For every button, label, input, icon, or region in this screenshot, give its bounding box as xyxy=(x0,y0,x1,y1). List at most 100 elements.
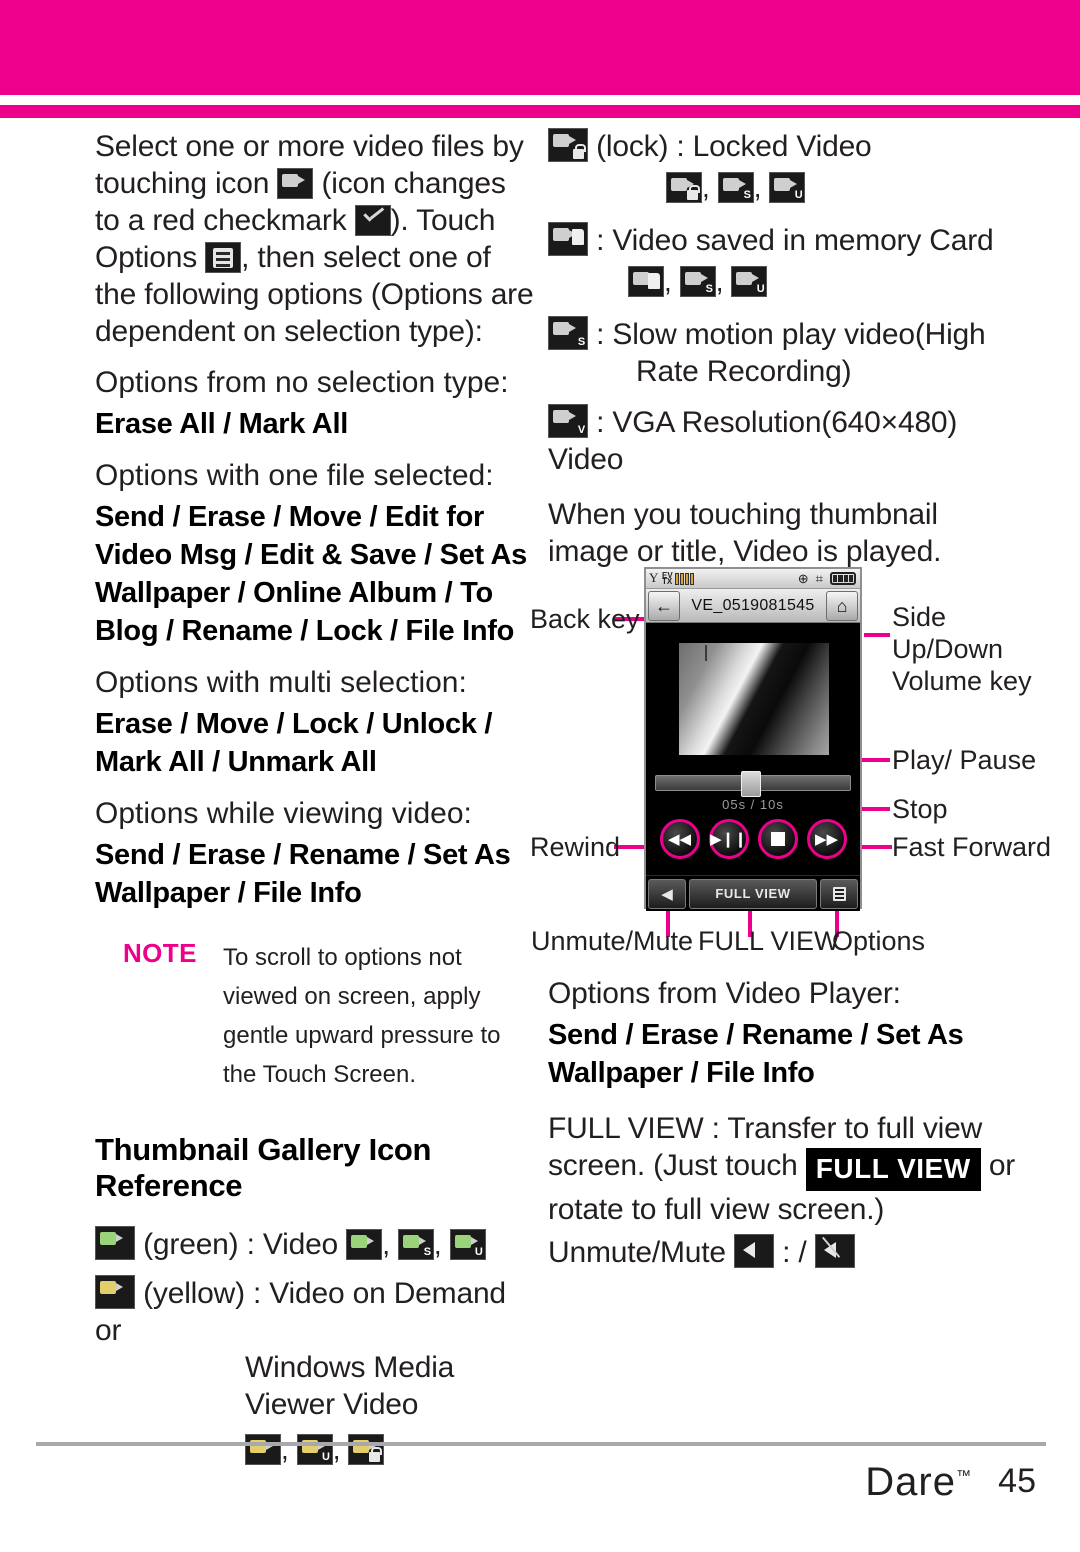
callout-fast-forward: Fast Forward xyxy=(892,832,1052,862)
fullview-chip: FULL VIEW xyxy=(805,1148,981,1191)
lead-video-player: Options from Video Player: xyxy=(548,977,901,1010)
fast-forward-button[interactable]: ▶▶ xyxy=(806,819,847,859)
gps-icon: ⊕ xyxy=(797,570,809,586)
legend-yellow-row: (yellow) : Video on Demand or xyxy=(95,1275,535,1349)
callout-rewind: Rewind xyxy=(530,832,621,862)
yellow-video-icon-plain xyxy=(245,1434,281,1465)
green-video-icon-vga: U xyxy=(449,1229,486,1260)
fullview-description: FULL VIEW : Transfer to full view screen… xyxy=(548,1110,1018,1228)
play-pause-icon: ▶❙❙ xyxy=(710,831,747,848)
lock-legend-label: (lock) : Locked Video xyxy=(596,130,872,163)
callout-unmute-mute: Unmute/Mute xyxy=(531,926,694,956)
lead-no-selection: Options from no selection type: xyxy=(95,366,509,399)
mem-comma-1: , xyxy=(664,266,672,297)
status-right-icons: ⊕ ⌗ xyxy=(798,571,856,587)
video-thumbnail-icon xyxy=(277,168,314,199)
gallery-icon-reference-heading: Thumbnail Gallery Icon Reference xyxy=(95,1132,432,1203)
legend-green-row: (green) : Video , S, U xyxy=(95,1226,535,1263)
unmute-mute-button[interactable]: ◀ xyxy=(648,878,686,909)
options-video-player: Send / Erase / Rename / Set As Wallpaper… xyxy=(548,1019,964,1089)
full-view-button[interactable]: FULL VIEW xyxy=(689,878,817,909)
note-body: To scroll to options not viewed on scree… xyxy=(223,944,501,1088)
memcard-legend-row: : Video saved in memory Card xyxy=(548,222,1018,259)
vga-icon-tag: V xyxy=(577,424,585,436)
icon-tag-u2: U xyxy=(321,1451,330,1463)
right-column: (lock) : Locked Video , S, U : Video sav… xyxy=(548,128,1018,570)
video-player-diagram: EVTX ⊕ ⌗ ← VE_0519081545 ⌂ 05s xyxy=(530,555,1051,965)
slowmo-legend-label-2: Rate Recording) xyxy=(636,355,852,388)
callout-side-line1: Side xyxy=(892,602,947,632)
legend-green-label: (green) : Video xyxy=(143,1228,339,1261)
slowmo-icon-tag: S xyxy=(577,336,585,348)
legend-comma-3: , xyxy=(281,1434,289,1465)
note-block: NOTE To scroll to options not viewed on … xyxy=(95,938,535,1094)
play-pause-button[interactable]: ▶❙❙ xyxy=(708,819,749,859)
red-checkmark-icon xyxy=(354,205,391,236)
rewind-icon: ◀◀ xyxy=(667,831,692,848)
legend-comma-4: , xyxy=(332,1434,341,1465)
locked-video-icon-vga: U xyxy=(769,172,806,203)
vga-legend-row: V : VGA Resolution(640×480) Video xyxy=(548,404,1018,478)
seek-bar[interactable] xyxy=(655,771,851,797)
home-icon: ⌂ xyxy=(836,595,848,616)
legend-yellow-line3: Viewer Video xyxy=(245,1388,419,1421)
locked-video-icon-plain xyxy=(666,172,702,203)
memory-card-video-icon xyxy=(548,222,588,256)
header-rule xyxy=(0,105,1080,118)
video-frame-image[interactable] xyxy=(679,643,829,755)
rewind-button[interactable]: ◀◀ xyxy=(659,819,700,859)
vga-video-icon: V xyxy=(548,404,588,438)
page-number: 45 xyxy=(998,1462,1036,1500)
leader-fast-forward xyxy=(860,845,892,849)
options-menu-icon xyxy=(205,242,242,273)
mem-icon-tag-u: U xyxy=(756,283,765,295)
vga-legend-label: : VGA Resolution(640×480) Video xyxy=(548,406,958,476)
header-band xyxy=(0,0,1080,95)
mem-comma-2: , xyxy=(715,266,724,297)
lock-icon-tag-s: S xyxy=(743,189,751,201)
callout-stop: Stop xyxy=(892,794,948,824)
green-video-icon-plain xyxy=(346,1229,383,1260)
options-one-file: Send / Erase / Move / Edit for Video Msg… xyxy=(95,501,527,647)
legend-yellow-label: (yellow) : Video on Demand or xyxy=(95,1277,506,1347)
phone-status-bar: EVTX ⊕ ⌗ xyxy=(646,569,860,589)
bars-icon xyxy=(674,572,694,585)
lock-icon-tag-u: U xyxy=(794,189,803,201)
time-code: 05s / 10s xyxy=(722,797,784,812)
bluetooth-icon: ⌗ xyxy=(815,570,823,586)
yellow-video-icon xyxy=(95,1275,135,1309)
memcard-legend-label: : Video saved in memory Card xyxy=(596,224,994,257)
note-label: NOTE xyxy=(123,938,197,968)
txrx-icon: EV TX xyxy=(662,570,673,586)
back-arrow-icon: ← xyxy=(655,595,673,616)
seek-handle[interactable] xyxy=(741,771,761,797)
phone-title-bar: ← VE_0519081545 ⌂ xyxy=(646,589,860,623)
lock-comma-2: , xyxy=(753,172,762,203)
manual-page: Select one or more video files by touchi… xyxy=(0,0,1080,1552)
green-video-icon xyxy=(95,1226,135,1260)
options-button[interactable] xyxy=(820,878,858,909)
slowmo-legend-label: : Slow motion play video(High xyxy=(596,318,986,351)
home-key-button[interactable]: ⌂ xyxy=(826,591,858,621)
mem-icon-tag-s: S xyxy=(705,283,713,295)
leader-side-volume xyxy=(864,633,890,637)
memcard-icon-vga: U xyxy=(731,266,768,297)
video-file-title: VE_0519081545 xyxy=(691,596,815,614)
left-column: Select one or more video files by touchi… xyxy=(95,128,535,1468)
memcard-icon-plain xyxy=(628,266,664,297)
speaker-on-icon xyxy=(734,1234,775,1268)
phone-video-area: 05s / 10s ◀◀ ▶❙❙ ▶▶ ◀ FULL VIEW xyxy=(646,623,860,911)
bottom-right-block: Options from Video Player: Send / Erase … xyxy=(548,975,1018,1271)
back-key-button[interactable]: ← xyxy=(648,591,680,621)
memcard-icon-slow: S xyxy=(679,266,716,297)
options-icon xyxy=(832,886,846,901)
brand-logo: Dare™ xyxy=(865,1460,972,1505)
stop-button[interactable] xyxy=(757,819,798,859)
lock-comma-1: , xyxy=(702,172,710,203)
memcard-legend-icons: , S, U xyxy=(628,263,1018,300)
locked-video-icon xyxy=(548,128,588,162)
lead-while-viewing: Options while viewing video: xyxy=(95,797,472,830)
legend-yellow-line2: Windows Media xyxy=(245,1351,455,1384)
icon-tag-u: U xyxy=(474,1246,483,1258)
yellow-video-icon-locked xyxy=(348,1434,385,1465)
